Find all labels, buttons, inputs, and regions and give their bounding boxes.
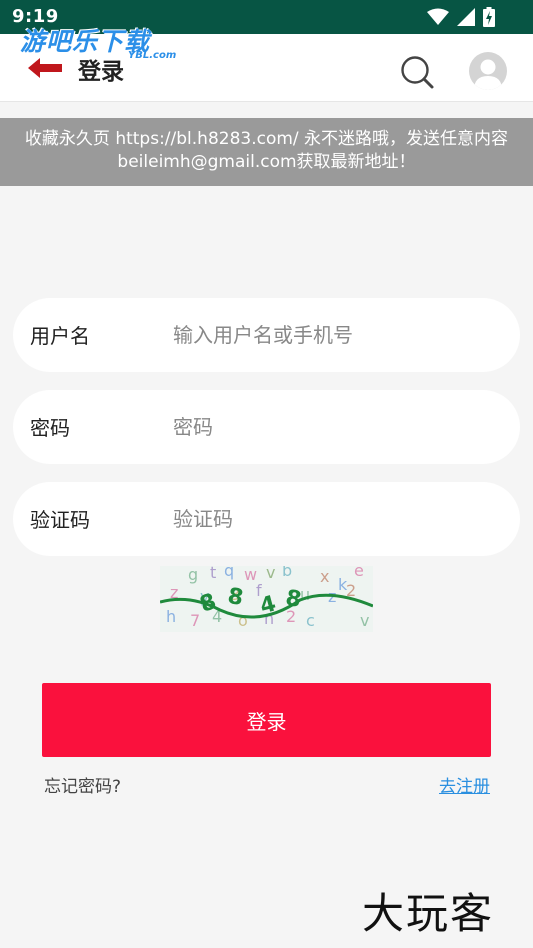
username-label: 用户名 <box>30 324 90 348</box>
svg-text:q: q <box>224 566 234 580</box>
svg-text:7: 7 <box>190 611 200 630</box>
register-link[interactable]: 去注册 <box>439 772 490 797</box>
svg-text:x: x <box>320 567 329 586</box>
status-icons <box>427 7 495 31</box>
svg-text:h: h <box>166 607 176 626</box>
signal-icon <box>457 8 475 30</box>
username-input[interactable] <box>173 316 493 354</box>
password-label: 密码 <box>30 416 70 440</box>
login-button[interactable]: 登录 <box>42 683 491 757</box>
svg-text:g: g <box>188 566 198 584</box>
svg-text:v: v <box>360 611 369 630</box>
user-avatar-icon[interactable] <box>469 52 507 90</box>
svg-text:t: t <box>210 566 216 582</box>
captcha-label: 验证码 <box>30 508 90 532</box>
forgot-password-link[interactable]: 忘记密码? <box>44 772 121 797</box>
password-field: 密码 <box>13 390 520 464</box>
watermark-logo: 游吧乐下载 YBL.com <box>20 22 176 61</box>
username-field: 用户名 <box>13 298 520 372</box>
watermark-sub-text: YBL.com <box>128 50 177 61</box>
captcha-field: 验证码 <box>13 482 520 556</box>
search-icon[interactable] <box>399 54 435 90</box>
svg-text:o: o <box>238 611 248 630</box>
notice-banner: 收藏永久页 https://bl.h8283.com/ 永不迷路哦，发送任意内容… <box>0 118 533 186</box>
svg-text:b: b <box>282 566 292 580</box>
password-input[interactable] <box>173 408 493 446</box>
brand-watermark: 大玩客 <box>362 889 495 938</box>
captcha-input[interactable] <box>173 500 493 538</box>
wifi-icon <box>427 8 449 30</box>
battery-charging-icon <box>483 7 495 31</box>
back-arrow-icon[interactable] <box>28 58 62 82</box>
svg-text:c: c <box>306 611 315 630</box>
captcha-image[interactable]: g t q w v b x k e z y 3 f u z 2 h 7 4 o … <box>160 566 373 632</box>
svg-text:e: e <box>354 566 364 580</box>
svg-text:v: v <box>266 566 275 582</box>
